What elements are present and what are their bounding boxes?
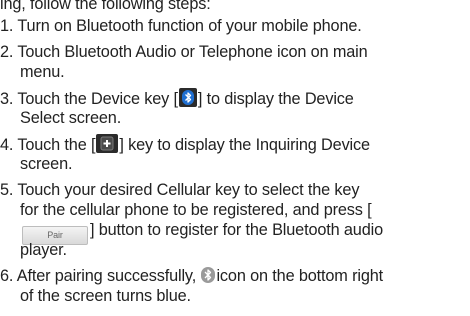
- bluetooth-device-key-icon: [178, 88, 197, 107]
- step-5-text: 5. Touch your desired Cellular key to se…: [0, 181, 360, 199]
- step-4-text: 4. Touch the [ ] key to display the Inqu…: [0, 134, 370, 154]
- step-5-continuation-3: player.: [20, 241, 67, 259]
- step-2-continuation: menu.: [20, 63, 65, 81]
- step-5-continuation-2: Pair] button to register for the Bluetoo…: [20, 220, 383, 245]
- step-6-text: 6. After pairing successfully, icon on t…: [0, 266, 384, 285]
- step-4-continuation: screen.: [20, 155, 73, 173]
- step-6-continuation: of the screen turns blue.: [20, 287, 191, 305]
- bluetooth-status-icon: [200, 266, 216, 284]
- step-2-text: 2. Touch Bluetooth Audio or Telephone ic…: [0, 43, 368, 61]
- instruction-line-intro: ing, follow the following steps:: [0, 0, 211, 13]
- step-3-text: 3. Touch the Device key [ ] to display t…: [0, 88, 354, 108]
- add-device-key-icon: [96, 134, 119, 153]
- step-5-continuation-1: for the cellular phone to be registered,…: [20, 201, 372, 219]
- step-1-text: 1. Turn on Bluetooth function of your mo…: [0, 17, 362, 35]
- step-3-continuation: Select screen.: [20, 109, 122, 127]
